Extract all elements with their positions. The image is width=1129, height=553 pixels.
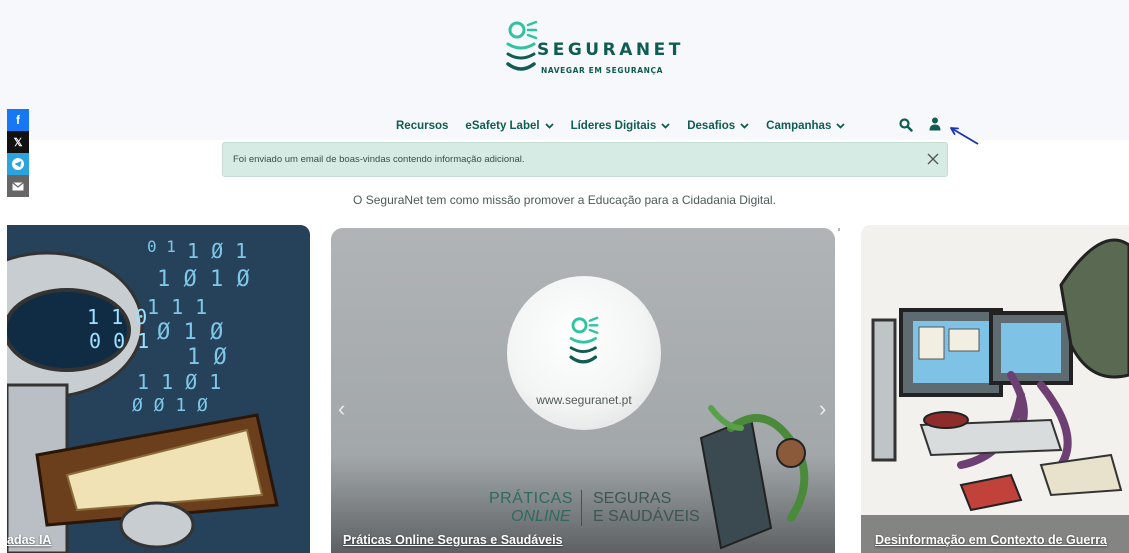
seguranet-badge: www.seguranet.pt xyxy=(507,276,661,430)
x-share-button[interactable]: 𝕏 xyxy=(7,131,29,153)
chevron-left-icon[interactable]: ‹ xyxy=(338,396,345,422)
nav-item-recursos[interactable]: Recursos xyxy=(396,120,448,132)
carousel-card-ia[interactable]: 0 1 1 Ø 1 1 Ø 1 Ø 1 1 1 Ø 1 Ø 1 Ø 1 1 Ø … xyxy=(7,225,310,553)
nav-item-esafety-label[interactable]: eSafety Label xyxy=(465,120,554,132)
card-title[interactable]: adas IA xyxy=(7,533,51,547)
close-icon[interactable] xyxy=(927,153,939,165)
logo-title: SEGURANET xyxy=(537,40,684,60)
facebook-icon: f xyxy=(16,113,20,127)
nav-item-label: eSafety Label xyxy=(465,120,540,132)
alert-message: Foi enviado um email de boas-vindas cont… xyxy=(233,154,525,165)
x-icon: 𝕏 xyxy=(13,136,23,149)
email-icon xyxy=(12,181,24,190)
facebook-share-button[interactable]: f xyxy=(7,109,29,131)
chevron-right-icon[interactable]: › xyxy=(819,396,826,422)
welcome-alert: Foi enviado um email de boas-vindas cont… xyxy=(222,142,948,177)
slide-text-online: ONLINE xyxy=(511,508,571,525)
card-title[interactable]: Desinformação em Contexto de Guerra xyxy=(875,533,1107,547)
nav-item-lideres-digitais[interactable]: Líderes Digitais xyxy=(571,120,671,132)
nav-item-label: Líderes Digitais xyxy=(570,120,657,132)
chevron-down-icon xyxy=(544,123,554,129)
main-nav: Recursos eSafety Label Líderes Digitais … xyxy=(396,118,862,134)
chevron-down-icon xyxy=(661,123,670,129)
nav-item-label: Recursos xyxy=(396,120,449,132)
telegram-share-button[interactable] xyxy=(7,153,29,175)
nav-item-campanhas[interactable]: Campanhas xyxy=(766,120,845,132)
chevron-down-icon xyxy=(836,123,845,129)
seguranet-logo[interactable]: SEGURANET NAVEGAR EM SEGURANÇA xyxy=(505,20,680,82)
slide-text-praticas: PRÁTICAS xyxy=(489,490,574,507)
carousel-card-desinformacao[interactable]: Desinformação em Contexto de Guerra xyxy=(861,225,1129,553)
telegram-icon xyxy=(12,158,24,170)
slide-text-saudaveis: E SAUDÁVEIS xyxy=(593,508,700,525)
nav-item-label: Campanhas xyxy=(766,120,832,132)
slide-divider xyxy=(581,490,582,526)
share-bar: f 𝕏 xyxy=(7,109,29,197)
card-edge xyxy=(838,228,840,231)
carousel-card-praticas-online[interactable]: www.seguranet.pt PRÁTICAS ONLINE SEGURAS… xyxy=(331,228,835,553)
mission-statement: O SeguraNet tem como missão promover a E… xyxy=(353,193,776,207)
desinformation-illustration xyxy=(861,225,1129,553)
nav-item-label: Desafios xyxy=(687,120,736,132)
search-icon[interactable] xyxy=(899,118,913,132)
nav-item-desafios[interactable]: Desafios xyxy=(687,120,749,132)
user-icon[interactable] xyxy=(929,117,941,131)
slide-text-seguras: SEGURAS xyxy=(593,490,672,507)
annotation-arrow-icon xyxy=(950,127,979,145)
logo-mark-icon xyxy=(569,316,599,364)
chevron-down-icon xyxy=(740,123,749,129)
card-title[interactable]: Práticas Online Seguras e Saudáveis xyxy=(343,533,563,547)
badge-url: www.seguranet.pt xyxy=(536,393,632,407)
logo-tagline: NAVEGAR EM SEGURANÇA xyxy=(541,66,663,75)
